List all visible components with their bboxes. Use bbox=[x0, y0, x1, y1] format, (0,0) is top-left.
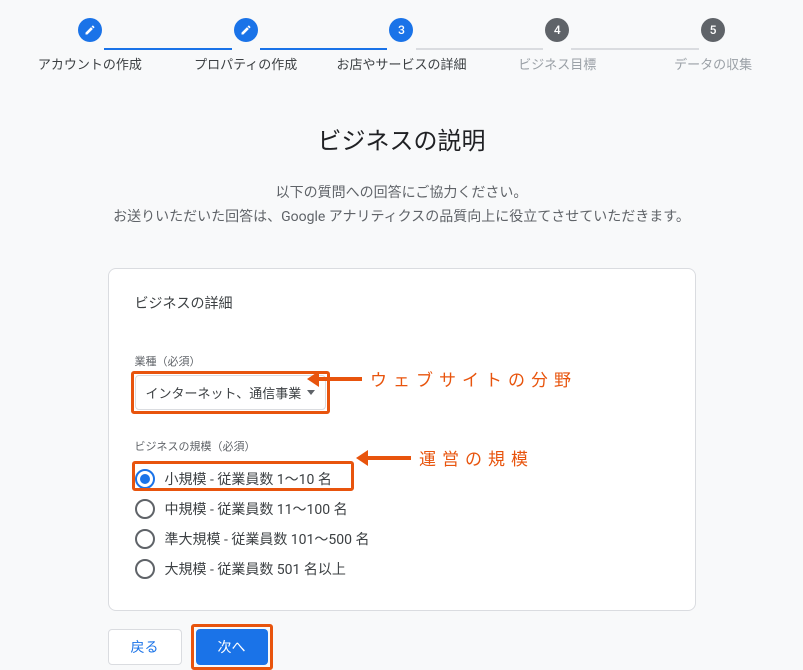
business-size-radio-group: 小規模 - 従業員数 1～10 名 中規模 - 従業員数 11～100 名 準大… bbox=[135, 464, 669, 584]
button-row: 戻る 次へ bbox=[108, 629, 696, 665]
radio-icon bbox=[135, 469, 155, 489]
step-label: ビジネス目標 bbox=[518, 54, 596, 73]
annotation-text: ウェブサイトの分野 bbox=[370, 366, 577, 391]
step-number: 3 bbox=[389, 18, 413, 42]
step-5: 5 データの収集 bbox=[635, 18, 791, 73]
radio-icon bbox=[135, 499, 155, 519]
back-button[interactable]: 戻る bbox=[108, 629, 182, 665]
radio-label: 中規模 - 従業員数 11～100 名 bbox=[165, 499, 348, 519]
step-label: データの収集 bbox=[674, 54, 752, 73]
pencil-icon bbox=[78, 18, 102, 42]
radio-label: 準大規模 - 従業員数 101～500 名 bbox=[165, 529, 370, 549]
pencil-icon bbox=[234, 18, 258, 42]
annotation-industry: ウェブサイトの分野 bbox=[316, 366, 577, 391]
desc-line: お送りいただいた回答は、Google アナリティクスの品質向上に役立てさせていた… bbox=[0, 206, 803, 230]
step-4: 4 ビジネス目標 bbox=[479, 18, 635, 73]
arrow-left-icon bbox=[365, 456, 411, 460]
size-option-large[interactable]: 準大規模 - 従業員数 101～500 名 bbox=[135, 524, 669, 554]
step-3: 3 お店やサービスの詳細 bbox=[324, 18, 480, 73]
step-number: 4 bbox=[545, 18, 569, 42]
business-details-card: ビジネスの詳細 業種（必須） インターネット、通信事業 ビジネスの規模（必須） … bbox=[108, 268, 696, 611]
page-description: 以下の質問への回答にご協力ください。 お送りいただいた回答は、Google アナ… bbox=[0, 182, 803, 230]
setup-stepper: アカウントの作成 プロパティの作成 3 お店やサービスの詳細 4 ビジネス目標 … bbox=[0, 0, 803, 73]
radio-label: 大規模 - 従業員数 501 名以上 bbox=[165, 559, 346, 579]
annotation-text: 運営の規模 bbox=[419, 445, 534, 470]
industry-value: インターネット、通信事業 bbox=[146, 383, 302, 402]
chevron-down-icon bbox=[307, 390, 315, 395]
industry-select[interactable]: インターネット、通信事業 bbox=[135, 375, 327, 410]
step-number: 5 bbox=[701, 18, 725, 42]
size-option-medium[interactable]: 中規模 - 従業員数 11～100 名 bbox=[135, 494, 669, 524]
radio-icon bbox=[135, 559, 155, 579]
annotation-size: 運営の規模 bbox=[365, 445, 534, 470]
step-1: アカウントの作成 bbox=[12, 18, 168, 73]
size-option-xlarge[interactable]: 大規模 - 従業員数 501 名以上 bbox=[135, 554, 669, 584]
step-label: プロパティの作成 bbox=[194, 54, 297, 73]
page-title: ビジネスの説明 bbox=[0, 121, 803, 156]
step-label: お店やサービスの詳細 bbox=[336, 54, 466, 73]
radio-icon bbox=[135, 529, 155, 549]
card-title: ビジネスの詳細 bbox=[135, 293, 669, 313]
step-label: アカウントの作成 bbox=[38, 54, 142, 73]
radio-label: 小規模 - 従業員数 1～10 名 bbox=[165, 469, 332, 489]
arrow-left-icon bbox=[316, 377, 362, 381]
desc-line: 以下の質問への回答にご協力ください。 bbox=[0, 182, 803, 206]
next-button[interactable]: 次へ bbox=[196, 629, 268, 665]
step-2: プロパティの作成 bbox=[168, 18, 324, 73]
